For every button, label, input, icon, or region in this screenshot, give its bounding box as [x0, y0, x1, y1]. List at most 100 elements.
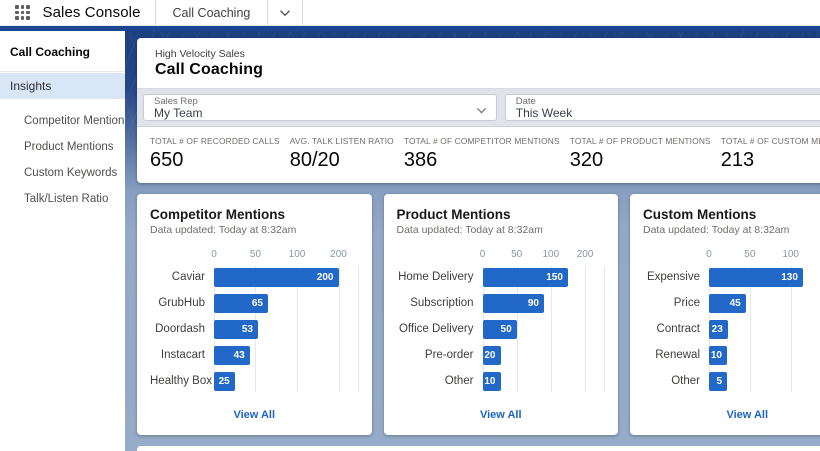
bar-track: 53: [214, 320, 359, 339]
kpi-custom-mentions: TOTAL # OF CUSTOM MENTIONS 213: [721, 136, 820, 183]
category-label: Other: [397, 375, 483, 387]
bar[interactable]: 20: [483, 346, 501, 365]
category-label: Subscription: [397, 297, 483, 309]
bar-row: Subscription 90: [397, 290, 606, 316]
bar-row: Other 5: [643, 368, 820, 394]
bar[interactable]: 130: [709, 268, 803, 287]
workspace-tabs: Call Coaching: [155, 0, 304, 25]
filter-value: My Team: [154, 107, 470, 120]
axis-tick: 0: [211, 249, 217, 260]
card-subtitle: Data updated: Today at 8:32am: [150, 224, 359, 236]
custom-mentions-bar-chart: 050100200 Expensive130Price45Contract23R…: [643, 249, 820, 394]
page-title: Call Coaching: [155, 61, 820, 79]
app-name: Sales Console: [43, 4, 141, 21]
tab-call-coaching[interactable]: Call Coaching: [156, 0, 268, 25]
sidebar-item-custom-keywords[interactable]: Custom Keywords: [0, 160, 125, 186]
bar[interactable]: 150: [483, 268, 568, 287]
kpi-bar: TOTAL # OF RECORDED CALLS 650 AVG. TALK …: [137, 127, 820, 183]
sales-console-window: Sales Console Call Coaching Call Coachin…: [0, 0, 820, 451]
bar-value: 53: [242, 324, 253, 335]
bar-track: 5: [709, 372, 820, 391]
bar[interactable]: 50: [483, 320, 517, 339]
bar[interactable]: 65: [214, 294, 268, 313]
kpi-competitor-mentions: TOTAL # OF COMPETITOR MENTIONS 386: [404, 136, 560, 183]
bar-value: 5: [716, 376, 722, 387]
kpi-talk-listen-ratio: AVG. TALK LISTEN RATIO 80/20: [290, 136, 394, 183]
page-eyebrow: High Velocity Sales: [155, 48, 820, 60]
bar[interactable]: 200: [214, 268, 339, 287]
dashboard-header-panel: High Velocity Sales Call Coaching Sales …: [137, 38, 820, 183]
bar-value: 90: [528, 298, 539, 309]
sidebar-title: Call Coaching: [0, 41, 125, 71]
bar-track: 90: [483, 294, 606, 313]
bar-track: 45: [709, 294, 820, 313]
bar[interactable]: 25: [214, 372, 235, 391]
bar[interactable]: 90: [483, 294, 545, 313]
bar-value: 200: [317, 272, 334, 283]
category-label: Pre-order: [397, 349, 483, 361]
bar-track: 50: [483, 320, 606, 339]
bar-track: 20: [483, 346, 606, 365]
date-filter[interactable]: Date This Week: [505, 94, 820, 121]
bar-row: Contract23: [643, 316, 820, 342]
axis-tick: 100: [542, 249, 559, 260]
chart-cards-row: Competitor Mentions Data updated: Today …: [137, 194, 820, 435]
category-label: Caviar: [150, 271, 214, 283]
filter-bar: Sales Rep My Team Date This Week: [137, 88, 820, 127]
competitor-mentions-bar-chart: 0 50 100 200 Caviar 200 GrubHub65Doordash 53 In…: [150, 249, 359, 394]
axis-tick: 200: [330, 249, 347, 260]
card-subtitle: Data updated: Today at 8:32am: [397, 224, 606, 236]
category-label: Other: [643, 375, 709, 387]
sidebar-item-product-mentions[interactable]: Product Mentions: [0, 134, 125, 160]
sidebar-item-insights[interactable]: Insights: [0, 73, 125, 99]
bar-row: Caviar 200: [150, 264, 359, 290]
sidebar-item-talk-listen-ratio[interactable]: Talk/Listen Ratio: [0, 186, 125, 212]
bar-row: Office Delivery50: [397, 316, 606, 342]
bar-row: Renewal10: [643, 342, 820, 368]
kpi-recorded-calls: TOTAL # OF RECORDED CALLS 650: [150, 136, 280, 183]
bar-value: 150: [546, 272, 563, 283]
card-title: Custom Mentions: [643, 207, 820, 222]
bar-row: Pre-order20: [397, 342, 606, 368]
bar[interactable]: 45: [709, 294, 746, 313]
chevron-down-icon: [279, 7, 291, 19]
bar-value: 25: [219, 376, 230, 387]
app-launcher-icon[interactable]: [15, 5, 30, 20]
bar-track: 10: [483, 372, 606, 391]
bar[interactable]: 53: [214, 320, 258, 339]
bar-track: 25: [214, 372, 359, 391]
bar-track: 10: [709, 346, 820, 365]
category-label: Home Delivery: [397, 271, 483, 283]
category-label: Healthy Box: [150, 375, 214, 387]
bar[interactable]: 23: [709, 320, 728, 339]
category-label: Doordash: [150, 323, 214, 335]
bar-track: 65: [214, 294, 359, 313]
bar[interactable]: 10: [483, 372, 501, 391]
view-all-link[interactable]: View All: [233, 409, 275, 421]
bar-track: 150: [483, 268, 606, 287]
bar[interactable]: 5: [709, 372, 727, 391]
category-label: GrubHub: [150, 297, 214, 309]
category-label: Renewal: [643, 349, 709, 361]
axis-tick: 100: [289, 249, 306, 260]
axis-tick: 50: [250, 249, 261, 260]
tab-dropdown-button[interactable]: [267, 0, 302, 25]
bar[interactable]: 43: [214, 346, 250, 365]
axis-tick: 0: [480, 249, 486, 260]
sidebar-item-competitor-mentions[interactable]: Competitor Mentions: [0, 108, 125, 134]
bar-value: 43: [234, 350, 245, 361]
custom-mentions-card: Custom Mentions Data updated: Today at 8…: [630, 194, 820, 435]
bar[interactable]: 10: [709, 346, 727, 365]
bar-track: 43: [214, 346, 359, 365]
bar-row: Other10: [397, 368, 606, 394]
view-all-link[interactable]: View All: [480, 409, 522, 421]
bar-value: 20: [484, 350, 495, 361]
category-label: Instacart: [150, 349, 214, 361]
bar-value: 23: [712, 324, 723, 335]
view-all-link[interactable]: View All: [726, 409, 768, 421]
category-label: Office Delivery: [397, 323, 483, 335]
axis-tick: 200: [577, 249, 594, 260]
bar-row: Price45: [643, 290, 820, 316]
chevron-down-icon: [476, 103, 487, 121]
sales-rep-filter[interactable]: Sales Rep My Team: [143, 94, 497, 121]
